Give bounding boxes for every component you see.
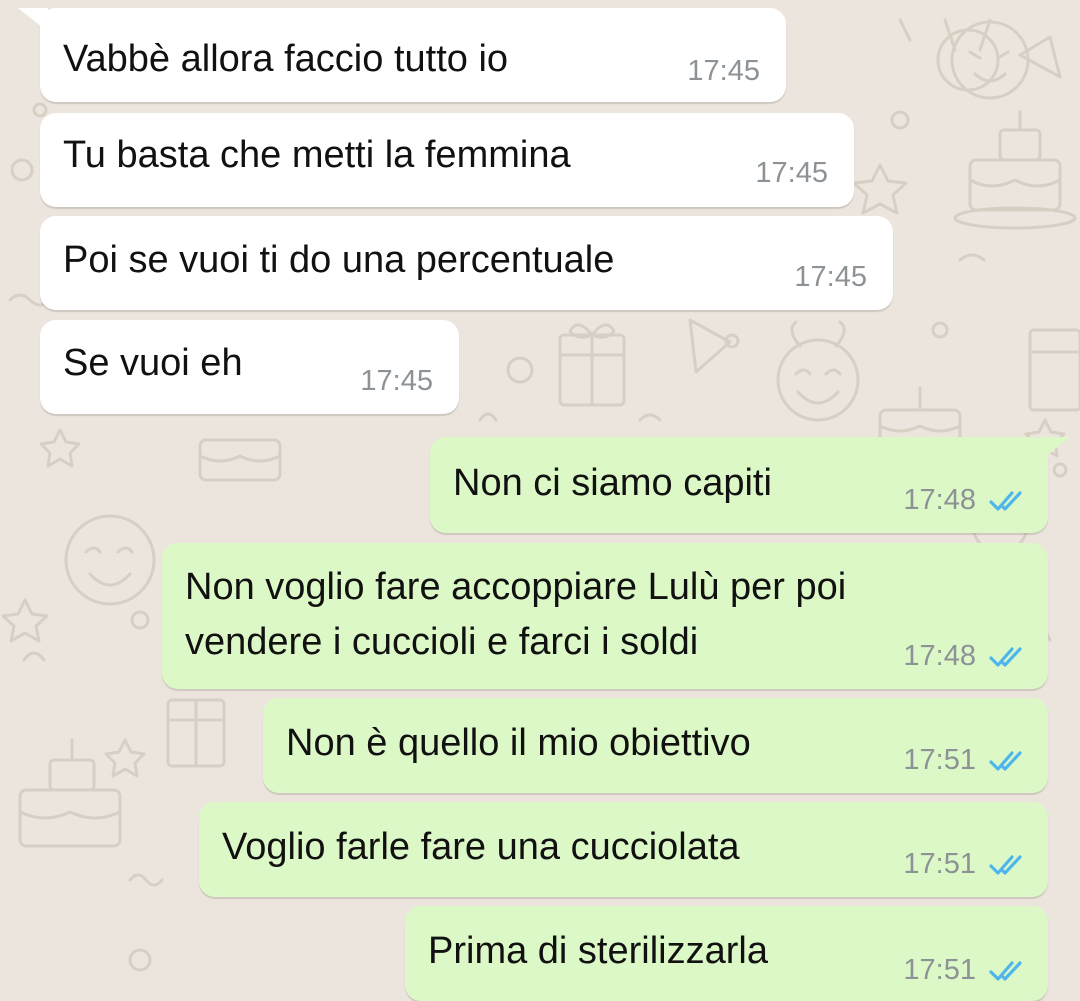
double-check-icon xyxy=(989,960,1022,981)
message-timestamp: 17:48 xyxy=(903,484,976,516)
message-meta: 17:48 xyxy=(903,640,1024,673)
double-check-icon xyxy=(989,854,1022,875)
bubble-tail-icon xyxy=(1040,437,1070,461)
message-timestamp: 17:45 xyxy=(755,157,828,189)
message-timestamp: 17:45 xyxy=(360,365,433,397)
message-meta: 17:45 xyxy=(687,55,760,88)
message-text: Non è quello il mio obiettivo xyxy=(286,722,751,764)
outgoing-message-bubble[interactable]: Prima di sterilizzarla 17:51 xyxy=(405,906,1048,1001)
message-timestamp: 17:45 xyxy=(794,261,867,293)
message-text: Tu basta che metti la femmina xyxy=(63,134,571,176)
outgoing-message-bubble[interactable]: Non è quello il mio obiettivo 17:51 xyxy=(263,698,1048,793)
message-meta: 17:45 xyxy=(755,157,828,190)
message-timestamp: 17:51 xyxy=(903,848,976,880)
message-timestamp: 17:48 xyxy=(903,640,976,672)
message-text: Prima di sterilizzarla xyxy=(428,930,768,972)
message-timestamp: 17:51 xyxy=(903,954,976,986)
message-text: Se vuoi eh xyxy=(63,342,243,384)
outgoing-message-bubble[interactable]: Non voglio fare accoppiare Lulù per poi … xyxy=(162,543,1048,689)
outgoing-message-bubble[interactable]: Non ci siamo capiti 17:48 xyxy=(430,437,1048,533)
message-text: Non voglio fare accoppiare Lulù per poi … xyxy=(185,566,847,663)
message-meta: 17:51 xyxy=(903,848,1024,881)
gift-doodle-icon xyxy=(558,323,626,407)
double-check-icon xyxy=(989,490,1022,511)
message-timestamp: 17:45 xyxy=(687,55,760,87)
incoming-message-bubble[interactable]: Poi se vuoi ti do una percentuale 17:45 xyxy=(40,216,893,310)
message-meta: 17:51 xyxy=(903,954,1024,987)
double-check-icon xyxy=(989,646,1022,667)
message-text: Poi se vuoi ti do una percentuale xyxy=(63,239,615,281)
message-text: Vabbè allora faccio tutto io xyxy=(63,38,509,80)
message-meta: 17:51 xyxy=(903,744,1024,777)
incoming-message-bubble[interactable]: Tu basta che metti la femmina 17:45 xyxy=(40,113,854,207)
message-text: Voglio farle fare una cucciolata xyxy=(222,826,740,868)
incoming-message-bubble[interactable]: Se vuoi eh 17:45 xyxy=(40,320,459,414)
message-meta: 17:45 xyxy=(794,261,867,294)
message-meta: 17:45 xyxy=(360,365,433,398)
message-timestamp: 17:51 xyxy=(903,744,976,776)
message-text: Non ci siamo capiti xyxy=(453,462,772,504)
double-check-icon xyxy=(989,750,1022,771)
incoming-message-bubble[interactable]: Vabbè allora faccio tutto io 17:45 xyxy=(40,8,786,102)
outgoing-message-bubble[interactable]: Voglio farle fare una cucciolata 17:51 xyxy=(199,802,1048,897)
bubble-tail-icon xyxy=(18,8,48,32)
message-meta: 17:48 xyxy=(903,484,1024,517)
